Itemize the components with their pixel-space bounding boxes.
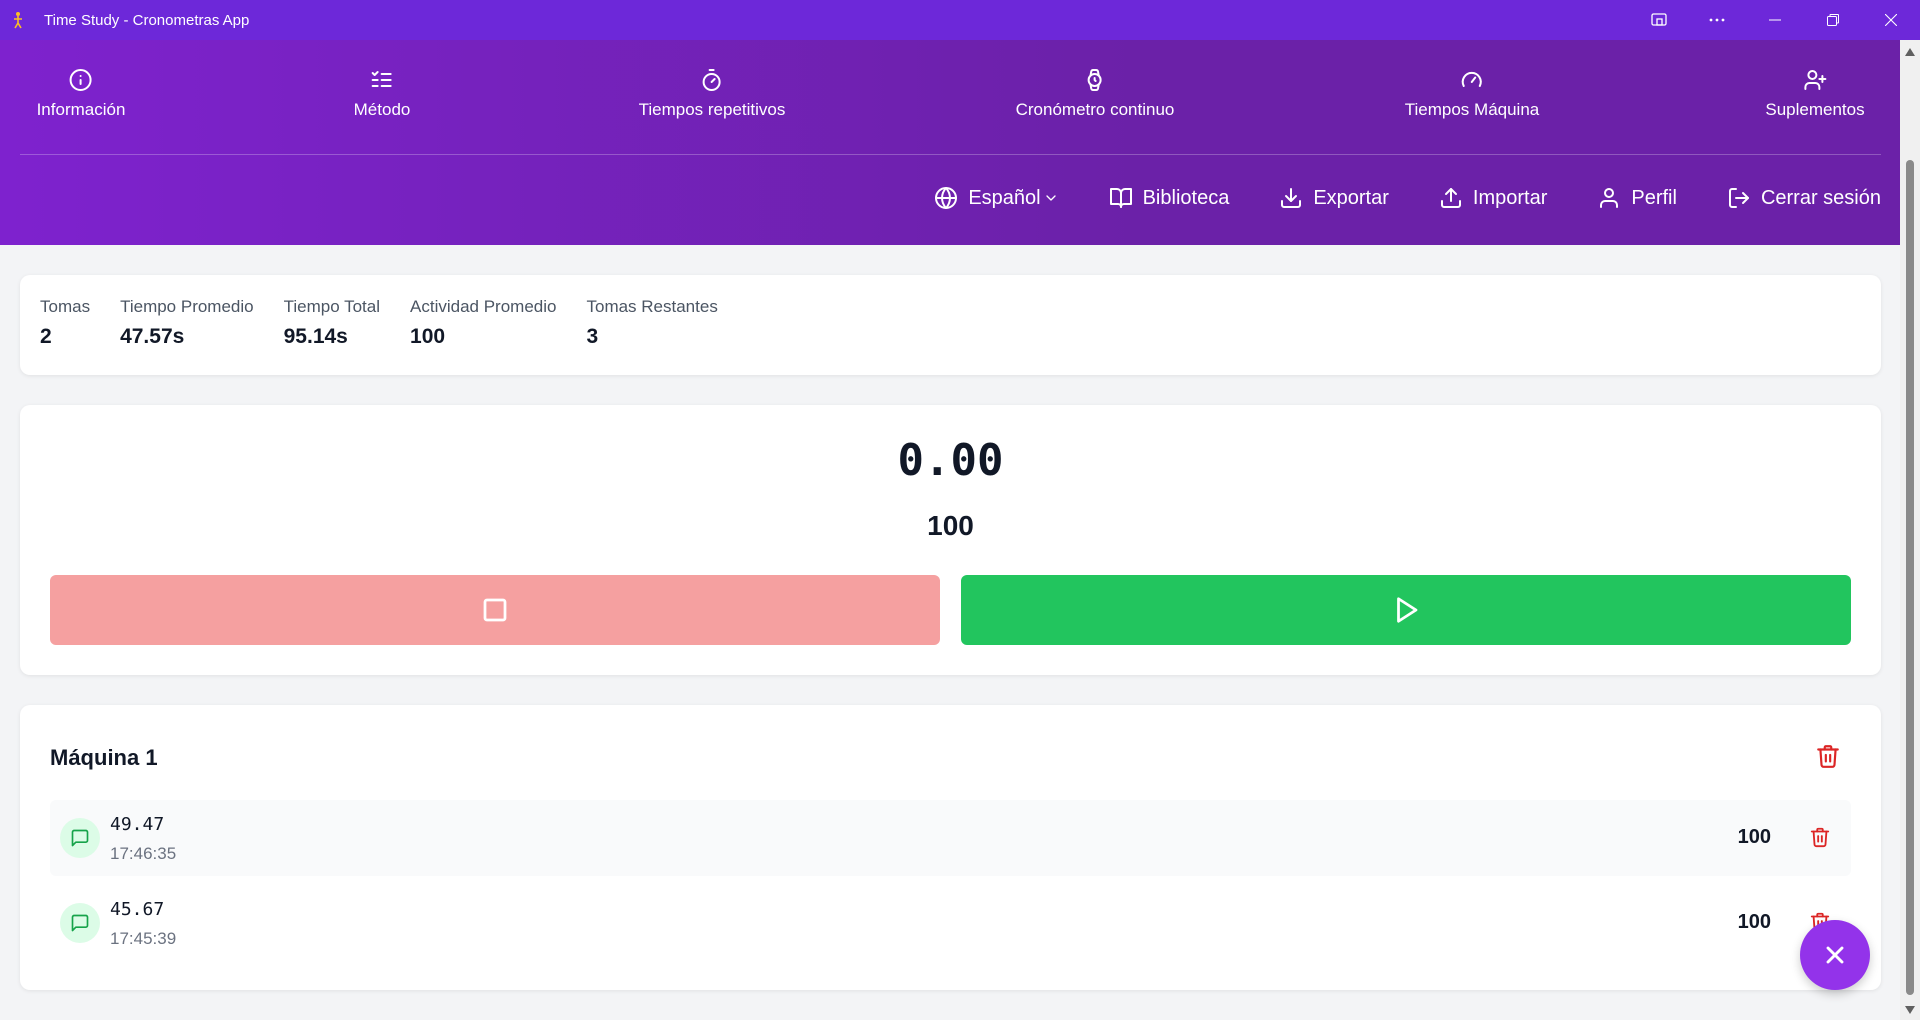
title-bar: Time Study - Cronometras App (0, 0, 1920, 40)
record-time: 45.67 (110, 899, 165, 920)
app-logo-icon (0, 0, 36, 40)
nav-item-cronometro-continuo[interactable]: Cronómetro continuo (1015, 68, 1175, 120)
stat-value: 100 (410, 325, 446, 348)
nav-item-tiempos-maquina[interactable]: Tiempos Máquina (1404, 68, 1540, 120)
language-selector[interactable]: Español (934, 186, 1058, 210)
nav-label: Suplementos (1765, 100, 1865, 119)
info-icon (69, 69, 92, 91)
stat-tomas: Tomas 2 (40, 297, 90, 353)
nav-label: Tiempos repetitivos (638, 100, 786, 119)
logout-button[interactable]: Cerrar sesión (1727, 186, 1881, 210)
user-plus-icon (1803, 70, 1826, 90)
main-nav: Información Método Tiempos repetitivos C… (0, 40, 1900, 154)
trash-icon (1810, 827, 1830, 848)
record-activity: 100 (1737, 911, 1771, 933)
delete-machine-button[interactable] (1815, 743, 1841, 774)
import-button[interactable]: Importar (1439, 186, 1547, 210)
activity-value[interactable]: 100 (20, 510, 1881, 542)
nav-label: Método (353, 100, 411, 119)
message-icon (71, 829, 89, 847)
profile-button[interactable]: Perfil (1597, 186, 1677, 210)
record-row: 45.67 17:45:39 100 (50, 885, 1851, 961)
nav-label: Cronómetro continuo (1015, 100, 1175, 119)
library-label: Biblioteca (1142, 186, 1230, 209)
export-label: Exportar (1313, 186, 1389, 209)
window-title: Time Study - Cronometras App (44, 11, 250, 29)
scroll-up-arrow-icon[interactable] (1905, 48, 1915, 56)
machine-card: Máquina 1 49.47 17:46:35 100 45.67 17:45… (20, 705, 1881, 990)
language-label: Español (968, 186, 1041, 209)
play-icon (1397, 597, 1418, 623)
book-open-icon (1109, 188, 1132, 208)
list-checks-icon (371, 71, 392, 87)
machine-title: Máquina 1 (50, 745, 158, 770)
export-button[interactable]: Exportar (1279, 186, 1389, 210)
trash-icon (1817, 745, 1839, 768)
stat-label: Tiempo Promedio (120, 297, 254, 316)
record-clock: 17:46:35 (110, 844, 177, 863)
cast-icon[interactable] (1630, 0, 1688, 40)
close-fab-button[interactable] (1800, 920, 1870, 990)
start-button[interactable] (961, 575, 1851, 645)
gauge-icon (1462, 71, 1482, 87)
message-icon (71, 914, 89, 932)
restore-icon[interactable] (1804, 0, 1862, 40)
stat-label: Tomas (40, 297, 91, 316)
scroll-down-arrow-icon[interactable] (1905, 1006, 1915, 1014)
comment-button[interactable] (60, 818, 100, 858)
timer-display: 0.00 (897, 435, 1004, 486)
stats-card: Tomas 2 Tiempo Promedio 47.57s Tiempo To… (20, 275, 1881, 375)
vertical-scrollbar[interactable] (1900, 40, 1920, 1020)
nav-item-tiempos-repetitivos[interactable]: Tiempos repetitivos (638, 68, 786, 120)
stop-button[interactable] (50, 575, 940, 645)
stat-value: 2 (40, 325, 52, 348)
record-row: 49.47 17:46:35 100 (50, 800, 1851, 876)
stat-label: Tiempo Total (283, 297, 381, 316)
record-clock: 17:45:39 (110, 929, 177, 948)
record-activity: 100 (1737, 826, 1771, 848)
timer-card: 0.00 100 (20, 405, 1881, 675)
nav-divider (20, 154, 1881, 155)
more-options-icon[interactable] (1688, 0, 1746, 40)
delete-record-button[interactable] (1809, 826, 1831, 853)
timer-icon (702, 69, 721, 91)
stat-value: 95.14s (283, 325, 348, 348)
logout-icon (1728, 188, 1749, 208)
stat-label: Tomas Restantes (586, 297, 718, 316)
profile-label: Perfil (1631, 186, 1677, 209)
import-label: Importar (1472, 186, 1548, 209)
watch-icon (1087, 69, 1102, 91)
stat-tiempo-promedio: Tiempo Promedio 47.57s (120, 297, 254, 353)
library-button[interactable]: Biblioteca (1109, 186, 1230, 210)
stat-tiempo-total: Tiempo Total 95.14s (284, 297, 380, 353)
logout-label: Cerrar sesión (1760, 186, 1881, 209)
download-icon (1281, 188, 1302, 208)
app-header: Información Método Tiempos repetitivos C… (0, 40, 1900, 245)
comment-button[interactable] (60, 903, 100, 943)
minimize-icon[interactable] (1746, 0, 1804, 40)
nav-label: Tiempos Máquina (1404, 100, 1540, 119)
stat-value: 3 (586, 325, 599, 348)
nav-item-metodo[interactable]: Método (353, 68, 411, 120)
record-time: 49.47 (110, 814, 165, 835)
stat-label: Actividad Promedio (410, 297, 557, 316)
user-icon (1600, 188, 1619, 208)
stat-value: 47.57s (120, 325, 185, 348)
close-window-icon[interactable] (1862, 0, 1920, 40)
scrollbar-thumb[interactable] (1906, 160, 1914, 995)
stop-icon (483, 598, 507, 622)
header-actions: Español Biblioteca Exportar Importar Per… (884, 186, 1881, 210)
close-icon (1826, 946, 1844, 964)
stat-actividad-promedio: Actividad Promedio 100 (410, 297, 556, 353)
globe-icon (935, 187, 958, 209)
nav-label: Información (36, 100, 126, 119)
chevron-down-icon (1045, 195, 1056, 201)
nav-item-suplementos[interactable]: Suplementos (1765, 68, 1865, 120)
nav-item-informacion[interactable]: Información (36, 68, 126, 120)
stat-tomas-restantes: Tomas Restantes 3 (586, 297, 717, 353)
upload-icon (1440, 188, 1461, 208)
